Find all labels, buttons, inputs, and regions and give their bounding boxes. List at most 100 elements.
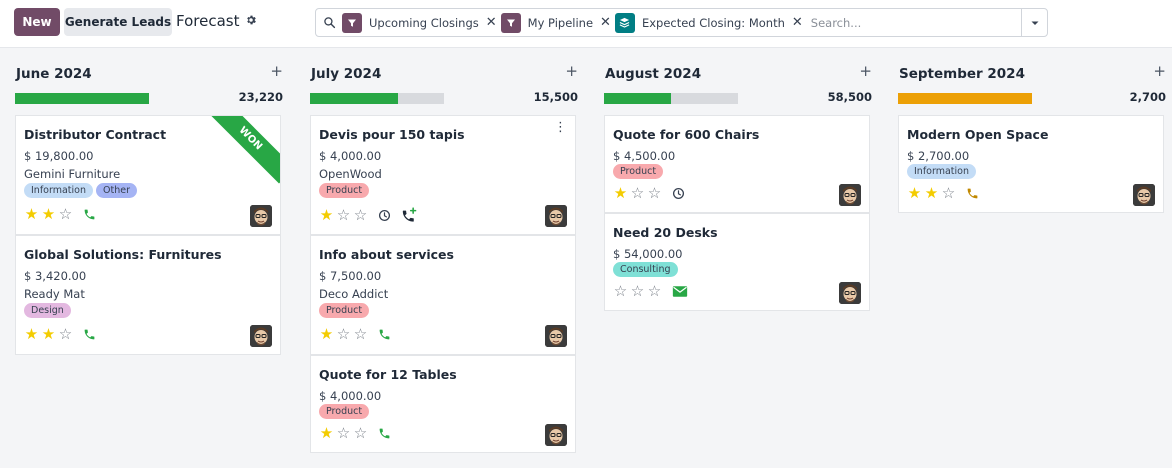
column-progress-bar[interactable] — [898, 93, 1032, 104]
card-revenue: $ 4,000.00 — [319, 389, 382, 403]
progress-fill — [604, 93, 671, 104]
card-title: Quote for 12 Tables — [319, 367, 457, 382]
gear-icon[interactable] — [245, 14, 257, 29]
tag-badge: Design — [24, 303, 71, 318]
column-title: July 2024 — [311, 66, 382, 82]
star-icon[interactable]: ★ — [24, 327, 39, 342]
column-title: June 2024 — [16, 66, 92, 82]
star-icon[interactable]: ★ — [319, 426, 334, 441]
star-icon[interactable]: ★ — [41, 327, 56, 342]
opportunity-card[interactable]: Quote for 600 Chairs $ 4,500.00 Product ★ ☆ ☆ — [604, 115, 870, 213]
star-icon[interactable]: ☆ — [647, 186, 662, 201]
avatar[interactable] — [1133, 184, 1155, 206]
avatar[interactable] — [839, 282, 861, 304]
search-bar[interactable]: Upcoming Closings ✕ My Pipeline ✕ Expected C… — [315, 8, 1048, 37]
opportunity-card[interactable]: Devis pour 150 tapis $ 4,000.00 OpenWood Pr… — [310, 115, 576, 235]
column-title: August 2024 — [605, 66, 702, 82]
card-footer: ★ ★ ☆ — [907, 186, 979, 201]
star-icon[interactable]: ★ — [319, 327, 334, 342]
envelope-icon[interactable] — [672, 285, 688, 298]
clock-icon[interactable] — [378, 209, 391, 222]
kebab-menu-icon[interactable]: ⋮ — [554, 121, 567, 134]
plus-icon[interactable]: + — [270, 62, 283, 80]
phone-icon[interactable] — [966, 187, 979, 200]
opportunity-card[interactable]: Modern Open Space $ 2,700.00 Information ★ ★… — [898, 115, 1164, 213]
search-input[interactable] — [810, 15, 1001, 30]
star-icon[interactable]: ★ — [41, 207, 56, 222]
avatar[interactable] — [250, 325, 272, 347]
star-icon[interactable]: ★ — [24, 207, 39, 222]
facet-label: Expected Closing: Month — [641, 15, 785, 30]
tag-badge: Product — [319, 303, 370, 318]
phone-icon[interactable] — [83, 208, 96, 221]
card-tags: Product — [319, 404, 370, 419]
card-title: Info about services — [319, 247, 454, 262]
star-icon[interactable]: ★ — [907, 186, 922, 201]
column-total: 2,700 — [1129, 90, 1166, 104]
star-icon[interactable]: ☆ — [58, 207, 73, 222]
kanban-column: July 2024 +15,500 Devis pour 150 tapis $ 4,… — [310, 52, 582, 468]
avatar[interactable] — [545, 325, 567, 347]
star-icon[interactable]: ☆ — [630, 284, 645, 299]
opportunity-card[interactable]: Need 20 Desks $ 54,000.00 Consulting ☆ ☆ ☆ — [604, 213, 870, 311]
tag-badge: Consulting — [613, 262, 678, 277]
star-icon[interactable]: ★ — [319, 208, 334, 223]
page-title: Forecast — [176, 12, 240, 30]
column-title: September 2024 — [899, 66, 1025, 82]
star-icon[interactable]: ☆ — [58, 327, 73, 342]
avatar[interactable] — [545, 424, 567, 446]
tag-badge: Information — [907, 164, 976, 179]
tag-badge: Product — [319, 404, 370, 419]
star-icon[interactable]: ☆ — [941, 186, 956, 201]
avatar[interactable] — [250, 205, 272, 227]
clock-icon[interactable] — [672, 187, 685, 200]
card-revenue: $ 2,700.00 — [907, 149, 970, 163]
card-revenue: $ 19,800.00 — [24, 149, 94, 163]
column-progress-bar[interactable] — [604, 93, 738, 104]
card-footer: ☆ ☆ ☆ — [613, 284, 688, 299]
star-icon[interactable]: ☆ — [353, 426, 368, 441]
column-total: 15,500 — [533, 90, 578, 104]
group-by-icon — [614, 12, 635, 33]
search-icon[interactable] — [316, 16, 342, 29]
opportunity-card[interactable]: Global Solutions: Furnitures $ 3,420.00 Re… — [15, 235, 281, 355]
column-progress-bar[interactable] — [310, 93, 444, 104]
opportunity-card[interactable]: Quote for 12 Tables $ 4,000.00 Product ★ ☆ ☆ — [310, 355, 576, 453]
card-tags: Design — [24, 303, 71, 318]
star-icon[interactable]: ☆ — [647, 284, 662, 299]
star-icon[interactable]: ☆ — [353, 208, 368, 223]
star-icon[interactable]: ☆ — [336, 208, 351, 223]
card-customer: Deco Addict — [319, 287, 389, 301]
phone-icon[interactable] — [378, 328, 391, 341]
opportunity-card[interactable]: Distributor Contract $ 19,800.00 Gemini Fu… — [15, 115, 281, 235]
avatar[interactable] — [545, 205, 567, 227]
close-icon[interactable]: ✕ — [792, 15, 803, 30]
control-panel: New Generate Leads Forecast Upcoming Clo… — [0, 0, 1172, 48]
star-icon[interactable]: ★ — [613, 186, 628, 201]
star-icon[interactable]: ☆ — [336, 426, 351, 441]
phone-plus-icon[interactable] — [401, 207, 418, 224]
tag-badge: Product — [319, 183, 370, 198]
phone-icon[interactable] — [378, 427, 391, 440]
plus-icon[interactable]: + — [565, 62, 578, 80]
phone-icon[interactable] — [83, 328, 96, 341]
plus-icon[interactable]: + — [1153, 62, 1166, 80]
close-icon[interactable]: ✕ — [486, 15, 497, 30]
star-icon[interactable]: ☆ — [613, 284, 628, 299]
card-revenue: $ 54,000.00 — [613, 247, 683, 261]
star-icon[interactable]: ★ — [924, 186, 939, 201]
star-icon[interactable]: ☆ — [353, 327, 368, 342]
star-icon[interactable]: ☆ — [630, 186, 645, 201]
plus-icon[interactable]: + — [859, 62, 872, 80]
search-options-toggle[interactable] — [1021, 9, 1047, 36]
search-facet: Expected Closing: Month ✕ — [614, 12, 803, 33]
star-icon[interactable]: ☆ — [336, 327, 351, 342]
opportunity-card[interactable]: Info about services $ 7,500.00 Deco Addict… — [310, 235, 576, 355]
avatar[interactable] — [839, 184, 861, 206]
card-tags: Product — [319, 183, 370, 198]
generate-leads-button[interactable]: Generate Leads — [64, 8, 172, 36]
column-progress-bar[interactable] — [15, 93, 149, 104]
new-button[interactable]: New — [14, 8, 60, 36]
close-icon[interactable]: ✕ — [600, 15, 611, 30]
card-customer: Ready Mat — [24, 287, 85, 301]
